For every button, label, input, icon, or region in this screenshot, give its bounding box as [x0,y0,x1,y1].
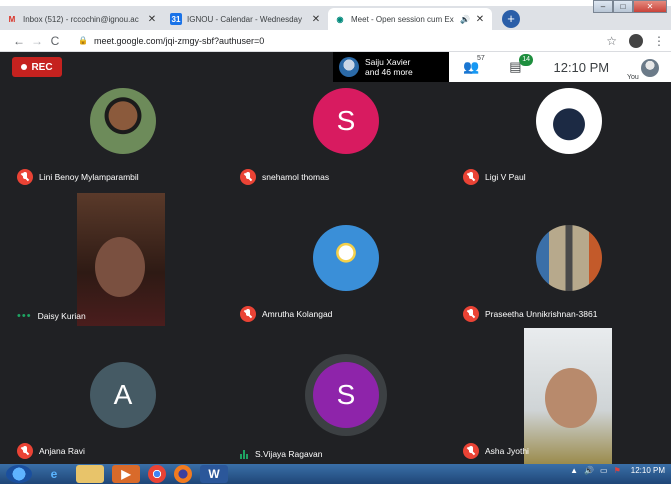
avatar-letter: S [336,379,356,410]
url-field[interactable]: 🔒 meet.google.com/jqi-zmgy-sbf?authuser=… [78,36,606,46]
minimize-button[interactable]: – [593,0,613,13]
network-icon[interactable]: ▭ [600,466,608,475]
participant-name: Lini Benoy Mylamparambil [39,172,139,182]
speaker-icon[interactable]: 🔊 [460,15,470,24]
avatar-letter: S [336,105,356,136]
participant-tile[interactable]: Lini Benoy Mylamparambil [11,52,233,189]
mic-off-icon [240,306,256,322]
word-icon[interactable]: W [200,465,228,483]
participant-tile[interactable]: ••• Daisy Kurian [11,189,233,326]
participant-name: Asha Jyothi [485,446,529,456]
participant-tile[interactable]: S S.Vijaya Ragavan [234,326,456,463]
flag-icon[interactable]: ⚑ [614,466,621,475]
mic-off-icon [17,169,33,185]
profile-avatar-icon[interactable] [629,33,643,48]
tab-gmail[interactable]: M Inbox (512) - rccochin@ignou.ac ✕ [0,8,164,30]
avatar-letter: A [113,379,133,410]
url-text: meet.google.com/jqi-zmgy-sbf?authuser=0 [93,35,265,46]
file-explorer-icon[interactable] [76,465,104,483]
close-tab-icon[interactable]: ✕ [146,14,158,25]
audio-level-icon [240,449,249,459]
tab-title: Meet - Open session cum Ex [351,14,454,24]
tab-title: IGNOU - Calendar - Wednesday [187,14,303,24]
media-player-icon[interactable]: ▶ [112,465,140,483]
tab-title: Inbox (512) - rccochin@ignou.ac [23,14,139,24]
bookmark-star-icon[interactable]: ☆ [606,34,617,48]
participant-tile[interactable]: Ligi V Paul [457,52,671,189]
mic-off-icon [17,443,33,459]
tab-calendar[interactable]: 31 IGNOU - Calendar - Wednesday ✕ [164,8,328,30]
tray-arrow-icon[interactable]: ▲ [570,466,578,475]
firefox-icon[interactable] [174,465,192,483]
new-tab-button[interactable]: + [502,10,520,28]
browser-menu-icon[interactable]: ⋮ [653,34,665,48]
participant-name: S.Vijaya Ragavan [255,449,323,459]
participant-name: Daisy Kurian [37,311,86,321]
close-tab-icon[interactable]: ✕ [310,14,322,25]
speaking-dots-icon: ••• [17,310,32,322]
participant-tile[interactable]: A Anjana Ravi [11,326,233,463]
back-icon[interactable]: ← [10,34,28,48]
participant-name: Anjana Ravi [39,446,85,456]
mic-off-icon [463,443,479,459]
windows-taskbar: e ▶ W ▲ 🔊 ▭ ⚑ 12:10 PM [0,464,671,484]
lock-icon: 🔒 [78,36,88,45]
participant-tile[interactable]: Praseetha Unnikrishnan-3861 [457,189,671,326]
participant-name: Amrutha Kolangad [262,309,333,319]
mic-off-icon [240,169,256,185]
meet-icon: ◉ [336,14,344,24]
participant-photo [536,225,602,291]
close-window-button[interactable]: ✕ [633,0,667,13]
close-tab-icon[interactable]: ✕ [474,14,486,25]
window-controls: – □ ✕ [593,0,667,13]
system-tray: ▲ 🔊 ▭ ⚑ 12:10 PM [570,466,665,475]
storm-logo-avatar [536,88,602,154]
taskbar-clock[interactable]: 12:10 PM [631,466,665,475]
start-button[interactable] [6,465,32,483]
participant-avatar: S [313,362,379,428]
taskbar-time: 12:10 PM [630,466,665,475]
mic-off-icon [463,169,479,185]
address-bar: ← → C 🔒 meet.google.com/jqi-zmgy-sbf?aut… [0,30,671,52]
calendar-icon: 31 [170,13,182,25]
reload-icon[interactable]: C [46,34,64,48]
forward-icon[interactable]: → [28,34,46,48]
participant-photo [90,88,156,154]
maximize-button[interactable]: □ [613,0,633,13]
participant-tile[interactable]: S snehamol thomas [234,52,456,189]
participant-tile[interactable]: Asha Jyothi [457,326,671,464]
volume-icon[interactable]: 🔊 [584,466,594,475]
browser-tab-bar: M Inbox (512) - rccochin@ignou.ac ✕ 31 I… [0,6,671,30]
meet-stage: REC Saiju Xavier and 46 more 👥 57 ▤ 14 12:… [0,52,671,464]
chrome-icon[interactable] [148,465,166,483]
participant-video-face [95,237,145,297]
participant-avatar: A [90,362,156,428]
flower-photo-avatar [313,225,379,291]
internet-explorer-icon[interactable]: e [40,465,68,483]
participant-video-face [545,368,597,428]
participant-name: Praseetha Unnikrishnan-3861 [485,309,598,319]
participant-name: Ligi V Paul [485,172,526,182]
participant-avatar: S [313,88,379,154]
gmail-icon: M [8,14,16,24]
mic-off-icon [463,306,479,322]
tab-meet[interactable]: ◉ Meet - Open session cum Ex 🔊 ✕ [328,8,492,30]
participant-tile[interactable]: Amrutha Kolangad [234,189,456,326]
participant-name: snehamol thomas [262,172,330,182]
